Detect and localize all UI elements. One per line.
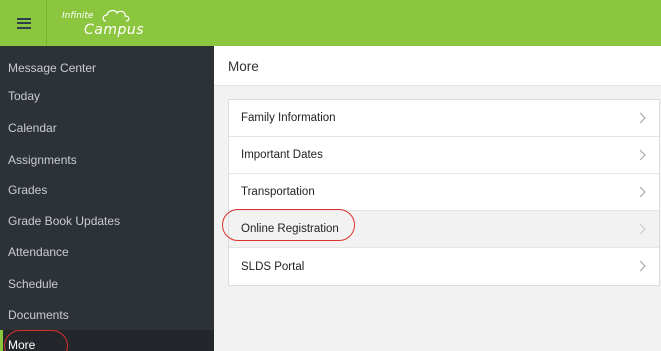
sidebar-item-label: Message Center — [8, 61, 97, 75]
list-item-label: Important Dates — [241, 149, 323, 161]
sidebar-item-message-center[interactable]: Message Center — [0, 50, 214, 86]
sidebar-item-label: Today — [8, 89, 41, 103]
sidebar-item-label: Grades — [8, 183, 48, 197]
infinite-campus-logo[interactable]: Infinite Campus — [62, 8, 152, 40]
menu-toggle-button[interactable] — [6, 5, 42, 41]
logo-text-line1: Infinite — [62, 11, 94, 21]
chevron-right-icon — [639, 223, 646, 235]
sidebar-item-documents[interactable]: Documents — [0, 297, 214, 333]
page-header: More — [214, 46, 661, 86]
sidebar-nav: Message Center Today Calendar Assignment… — [0, 46, 214, 351]
page-title: More — [228, 59, 259, 74]
sidebar-item-label: Attendance — [8, 245, 69, 259]
sidebar-item-attendance[interactable]: Attendance — [0, 234, 214, 270]
list-item-slds-portal[interactable]: SLDS Portal — [229, 248, 659, 285]
chevron-right-icon — [639, 186, 646, 198]
chevron-right-icon — [639, 260, 646, 272]
list-item-label: Family Information — [241, 112, 336, 124]
cloud-logo-icon — [102, 9, 130, 22]
sidebar-item-label: Schedule — [8, 277, 59, 291]
list-item-important-dates[interactable]: Important Dates — [229, 137, 659, 174]
hamburger-icon — [17, 17, 31, 29]
annotation-circle-online-registration — [222, 209, 355, 241]
list-item-label: Transportation — [241, 186, 315, 198]
list-item-label: SLDS Portal — [241, 260, 305, 273]
chevron-right-icon — [639, 112, 646, 124]
sidebar-item-label: Grade Book Updates — [8, 214, 121, 228]
annotation-circle-more — [4, 330, 68, 351]
top-bar: Infinite Campus — [0, 0, 661, 46]
more-options-list: Family Information Important Dates Trans… — [228, 99, 660, 286]
sidebar-item-label: Calendar — [8, 121, 57, 135]
sidebar-item-label: Documents — [8, 308, 69, 322]
sidebar-item-calendar[interactable]: Calendar — [0, 110, 214, 146]
list-item-family-information[interactable]: Family Information — [229, 100, 659, 137]
logo-text-line2: Campus — [84, 22, 145, 38]
chevron-right-icon — [639, 149, 646, 161]
topbar-divider — [46, 0, 47, 46]
sidebar-item-label: Assignments — [8, 153, 77, 167]
list-item-transportation[interactable]: Transportation — [229, 174, 659, 211]
